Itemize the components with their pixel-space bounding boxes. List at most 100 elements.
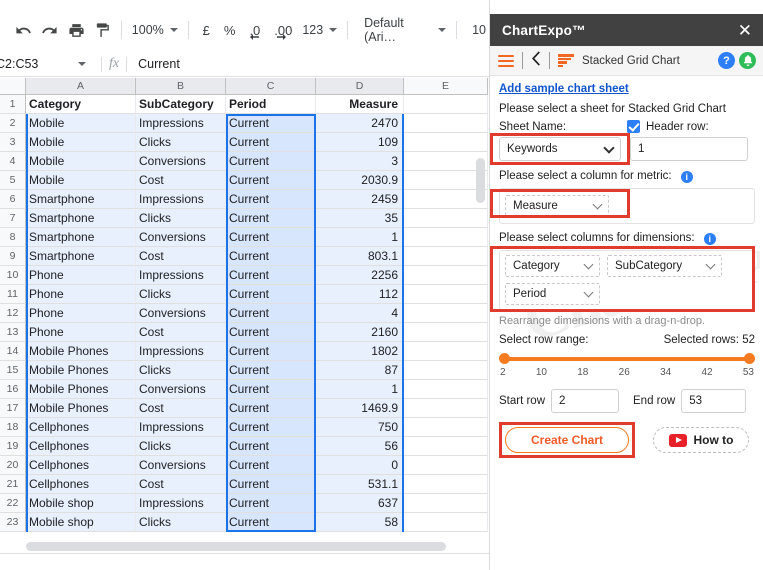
- cell-c18[interactable]: Current: [226, 418, 316, 437]
- cell-a13[interactable]: Phone: [26, 323, 136, 342]
- row-header[interactable]: 7: [0, 209, 26, 228]
- cell-c5[interactable]: Current: [226, 171, 316, 190]
- cell-d14[interactable]: 1802: [316, 342, 404, 361]
- cell-b3[interactable]: Clicks: [136, 133, 226, 152]
- cell-c15[interactable]: Current: [226, 361, 316, 380]
- cell-e1[interactable]: [404, 95, 488, 114]
- cell-b18[interactable]: Impressions: [136, 418, 226, 437]
- row-header[interactable]: 11: [0, 285, 26, 304]
- row-header[interactable]: 20: [0, 456, 26, 475]
- cell-b23[interactable]: Clicks: [136, 513, 226, 532]
- row-header[interactable]: 12: [0, 304, 26, 323]
- increase-decimal-button[interactable]: .00: [267, 23, 299, 40]
- cell-d6[interactable]: 2459: [316, 190, 404, 209]
- cell-c14[interactable]: Current: [226, 342, 316, 361]
- column-header-d[interactable]: D: [316, 78, 404, 95]
- cell-a3[interactable]: Mobile: [26, 133, 136, 152]
- cell-b4[interactable]: Conversions: [136, 152, 226, 171]
- cell-d17[interactable]: 1469.9: [316, 399, 404, 418]
- column-header-e[interactable]: E: [404, 78, 488, 95]
- cell-d7[interactable]: 35: [316, 209, 404, 228]
- cell-d22[interactable]: 637: [316, 494, 404, 513]
- undo-icon[interactable]: [12, 17, 34, 43]
- cell-d10[interactable]: 2256: [316, 266, 404, 285]
- cell-c20[interactable]: Current: [226, 456, 316, 475]
- header-row-input[interactable]: 1: [630, 137, 748, 161]
- header-row-checkbox[interactable]: [627, 120, 640, 133]
- row-header[interactable]: 4: [0, 152, 26, 171]
- cell-b2[interactable]: Impressions: [136, 114, 226, 133]
- cell-d12[interactable]: 4: [316, 304, 404, 323]
- start-row-input[interactable]: 2: [551, 389, 620, 413]
- cell-a20[interactable]: Cellphones: [26, 456, 136, 475]
- cell-a15[interactable]: Mobile Phones: [26, 361, 136, 380]
- cell-b12[interactable]: Conversions: [136, 304, 226, 323]
- row-header[interactable]: 2: [0, 114, 26, 133]
- cell-d21[interactable]: 531.1: [316, 475, 404, 494]
- cell-b1[interactable]: SubCategory: [136, 95, 226, 114]
- cell-b10[interactable]: Impressions: [136, 266, 226, 285]
- cell-c6[interactable]: Current: [226, 190, 316, 209]
- cell-a5[interactable]: Mobile: [26, 171, 136, 190]
- cell-d15[interactable]: 87: [316, 361, 404, 380]
- cell-c2[interactable]: Current: [226, 114, 316, 133]
- row-header[interactable]: 16: [0, 380, 26, 399]
- cell-b17[interactable]: Cost: [136, 399, 226, 418]
- cell-c1[interactable]: Period: [226, 95, 316, 114]
- row-header[interactable]: 23: [0, 513, 26, 532]
- cell-c13[interactable]: Current: [226, 323, 316, 342]
- cell-a17[interactable]: Mobile Phones: [26, 399, 136, 418]
- row-header[interactable]: 5: [0, 171, 26, 190]
- cell-c7[interactable]: Current: [226, 209, 316, 228]
- cell-d5[interactable]: 2030.9: [316, 171, 404, 190]
- cell-b15[interactable]: Clicks: [136, 361, 226, 380]
- row-header[interactable]: 13: [0, 323, 26, 342]
- cell-b8[interactable]: Conversions: [136, 228, 226, 247]
- cell-a1[interactable]: Category: [26, 95, 136, 114]
- cell-d1[interactable]: Measure: [316, 95, 404, 114]
- cell-b9[interactable]: Cost: [136, 247, 226, 266]
- back-icon[interactable]: [531, 50, 541, 71]
- help-icon[interactable]: ?: [718, 52, 735, 69]
- cell-c4[interactable]: Current: [226, 152, 316, 171]
- cell-d13[interactable]: 2160: [316, 323, 404, 342]
- row-header[interactable]: 8: [0, 228, 26, 247]
- number-format-button[interactable]: 123: [299, 18, 340, 42]
- cell-c23[interactable]: Current: [226, 513, 316, 532]
- row-header[interactable]: 6: [0, 190, 26, 209]
- cell-a12[interactable]: Phone: [26, 304, 136, 323]
- end-row-input[interactable]: 53: [681, 389, 747, 413]
- notification-bell-icon[interactable]: [739, 52, 756, 69]
- cell-a16[interactable]: Mobile Phones: [26, 380, 136, 399]
- font-size-input[interactable]: 10: [469, 18, 489, 42]
- cell-d9[interactable]: 803.1: [316, 247, 404, 266]
- cell-c8[interactable]: Current: [226, 228, 316, 247]
- row-range-slider[interactable]: [499, 353, 755, 365]
- cell-d16[interactable]: 1: [316, 380, 404, 399]
- cell-b22[interactable]: Impressions: [136, 494, 226, 513]
- cell-d2[interactable]: 2470: [316, 114, 404, 133]
- column-header-b[interactable]: B: [136, 78, 226, 95]
- cell-b11[interactable]: Clicks: [136, 285, 226, 304]
- cell-c22[interactable]: Current: [226, 494, 316, 513]
- row-header[interactable]: 18: [0, 418, 26, 437]
- cell-b19[interactable]: Clicks: [136, 437, 226, 456]
- row-header[interactable]: 14: [0, 342, 26, 361]
- cell-c16[interactable]: Current: [226, 380, 316, 399]
- row-header[interactable]: 22: [0, 494, 26, 513]
- cell-a8[interactable]: Smartphone: [26, 228, 136, 247]
- zoom-control[interactable]: 100%: [129, 18, 181, 42]
- cell-b20[interactable]: Conversions: [136, 456, 226, 475]
- cell-a2[interactable]: Mobile: [26, 114, 136, 133]
- cell-a22[interactable]: Mobile shop: [26, 494, 136, 513]
- vertical-scrollbar[interactable]: [476, 158, 487, 570]
- row-header[interactable]: 19: [0, 437, 26, 456]
- percent-format-button[interactable]: %: [217, 23, 243, 38]
- cell-a21[interactable]: Cellphones: [26, 475, 136, 494]
- cell-d11[interactable]: 112: [316, 285, 404, 304]
- cell-b6[interactable]: Impressions: [136, 190, 226, 209]
- row-header[interactable]: 1: [0, 95, 26, 114]
- row-header[interactable]: 17: [0, 399, 26, 418]
- menu-icon[interactable]: [498, 54, 514, 67]
- cell-c9[interactable]: Current: [226, 247, 316, 266]
